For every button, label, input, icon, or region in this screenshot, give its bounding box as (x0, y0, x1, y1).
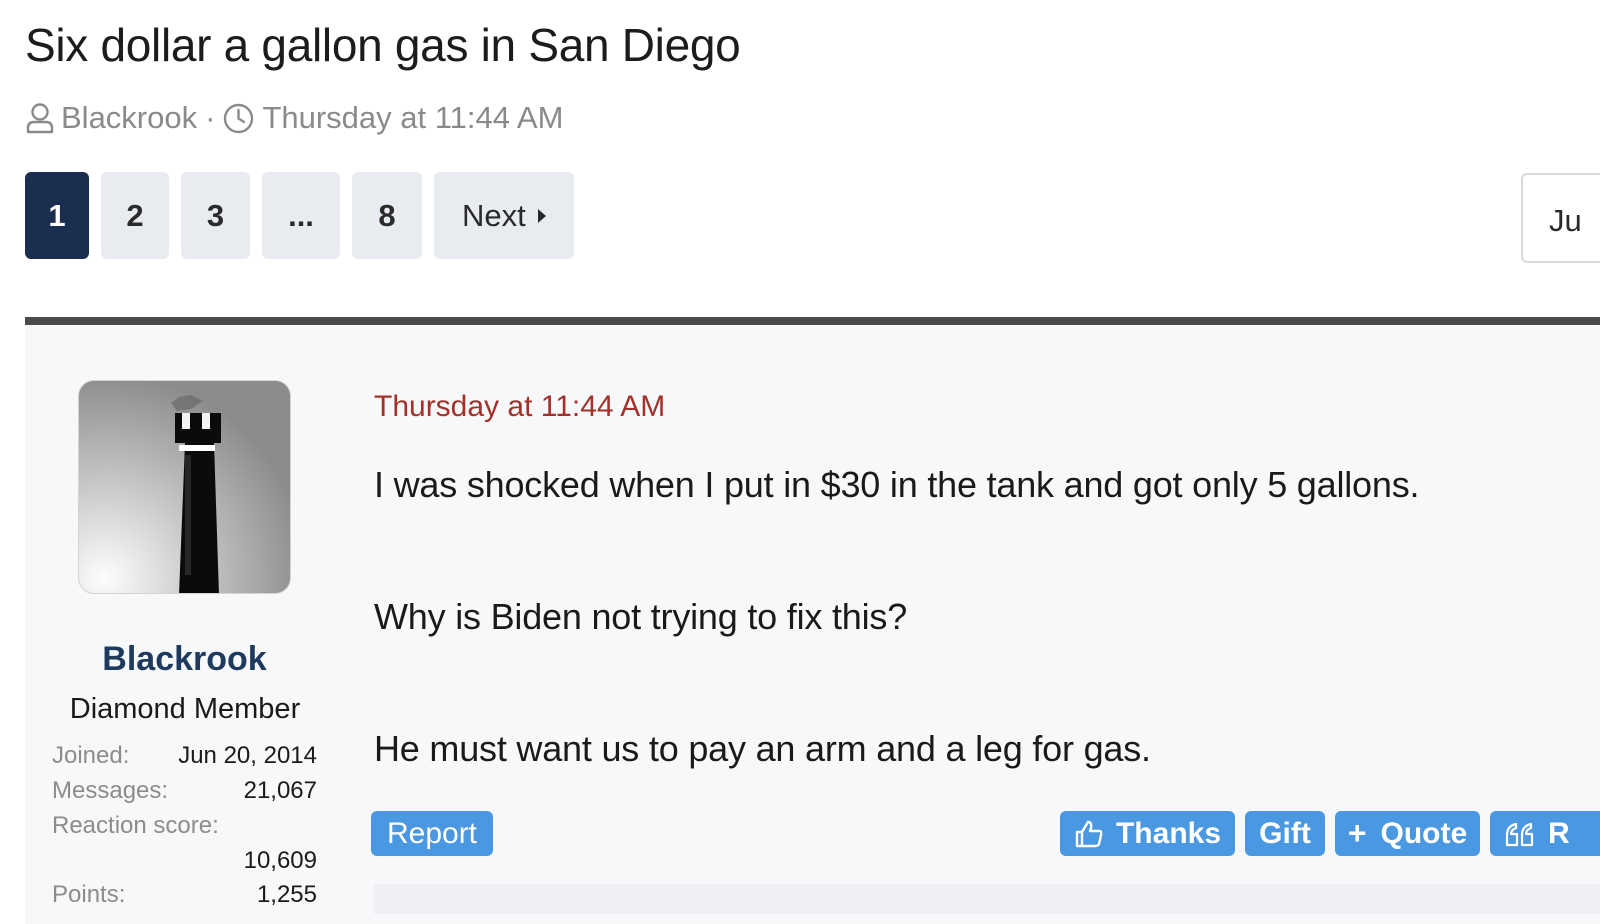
jump-to-page-button[interactable]: Ju (1521, 173, 1600, 263)
thumbs-up-icon (1074, 819, 1104, 849)
page-1-button[interactable]: 1 (25, 172, 89, 259)
joined-value: Jun 20, 2014 (178, 742, 317, 769)
page-8-button[interactable]: 8 (352, 172, 422, 259)
next-page-button[interactable]: Next (434, 172, 574, 259)
page-ellipsis-button[interactable]: ... (262, 172, 340, 259)
plus-icon: + (1347, 815, 1367, 851)
page-3-button[interactable]: 3 (181, 172, 250, 259)
thanks-label: Thanks (1115, 816, 1222, 850)
gift-button[interactable]: Gift (1245, 811, 1325, 856)
thread-meta: Blackrook · Thursday at 11:44 AM (25, 98, 563, 138)
points-value: 1,255 (256, 881, 317, 908)
user-title: Diamond Member (69, 693, 301, 725)
post-footer-strip (374, 884, 1600, 914)
points-label: Points: (52, 881, 126, 908)
caret-right-icon (537, 208, 546, 223)
quote-label: Quote (1380, 816, 1468, 850)
quote-button[interactable]: + Quote (1335, 811, 1480, 856)
next-label: Next (462, 197, 526, 233)
thread-divider (25, 317, 1600, 325)
reaction-score-value: 10,609 (243, 847, 317, 874)
thanks-button[interactable]: Thanks (1060, 811, 1235, 856)
post-username[interactable]: Blackrook (78, 640, 291, 679)
thread-page: Six dollar a gallon gas in San Diego Bla… (0, 0, 1600, 924)
messages-value: 21,067 (243, 777, 317, 804)
user-icon (25, 102, 55, 134)
pagination: 1 2 3 ... 8 Next (25, 172, 586, 259)
avatar[interactable] (78, 380, 291, 594)
joined-label: Joined: (52, 742, 130, 769)
reply-button[interactable]: R (1490, 811, 1600, 856)
post-paragraph: He must want us to pay an arm and a leg … (374, 728, 1151, 769)
page-2-button[interactable]: 2 (101, 172, 169, 259)
messages-label: Messages: (52, 777, 169, 804)
thread-title: Six dollar a gallon gas in San Diego (25, 19, 741, 71)
reaction-score-label: Reaction score: (52, 812, 219, 839)
post-paragraph: I was shocked when I put in $30 in the t… (374, 464, 1420, 505)
meta-separator: · (205, 100, 216, 135)
reply-label: R (1548, 816, 1570, 850)
report-button[interactable]: Report (371, 811, 493, 856)
thread-author-link[interactable]: Blackrook (61, 100, 197, 136)
post-paragraph: Why is Biden not trying to fix this? (374, 596, 908, 637)
clock-icon (223, 103, 254, 134)
quote-marks-icon (1504, 821, 1536, 847)
post-date-link[interactable]: Thursday at 11:44 AM (374, 390, 665, 424)
thread-date[interactable]: Thursday at 11:44 AM (262, 100, 563, 136)
